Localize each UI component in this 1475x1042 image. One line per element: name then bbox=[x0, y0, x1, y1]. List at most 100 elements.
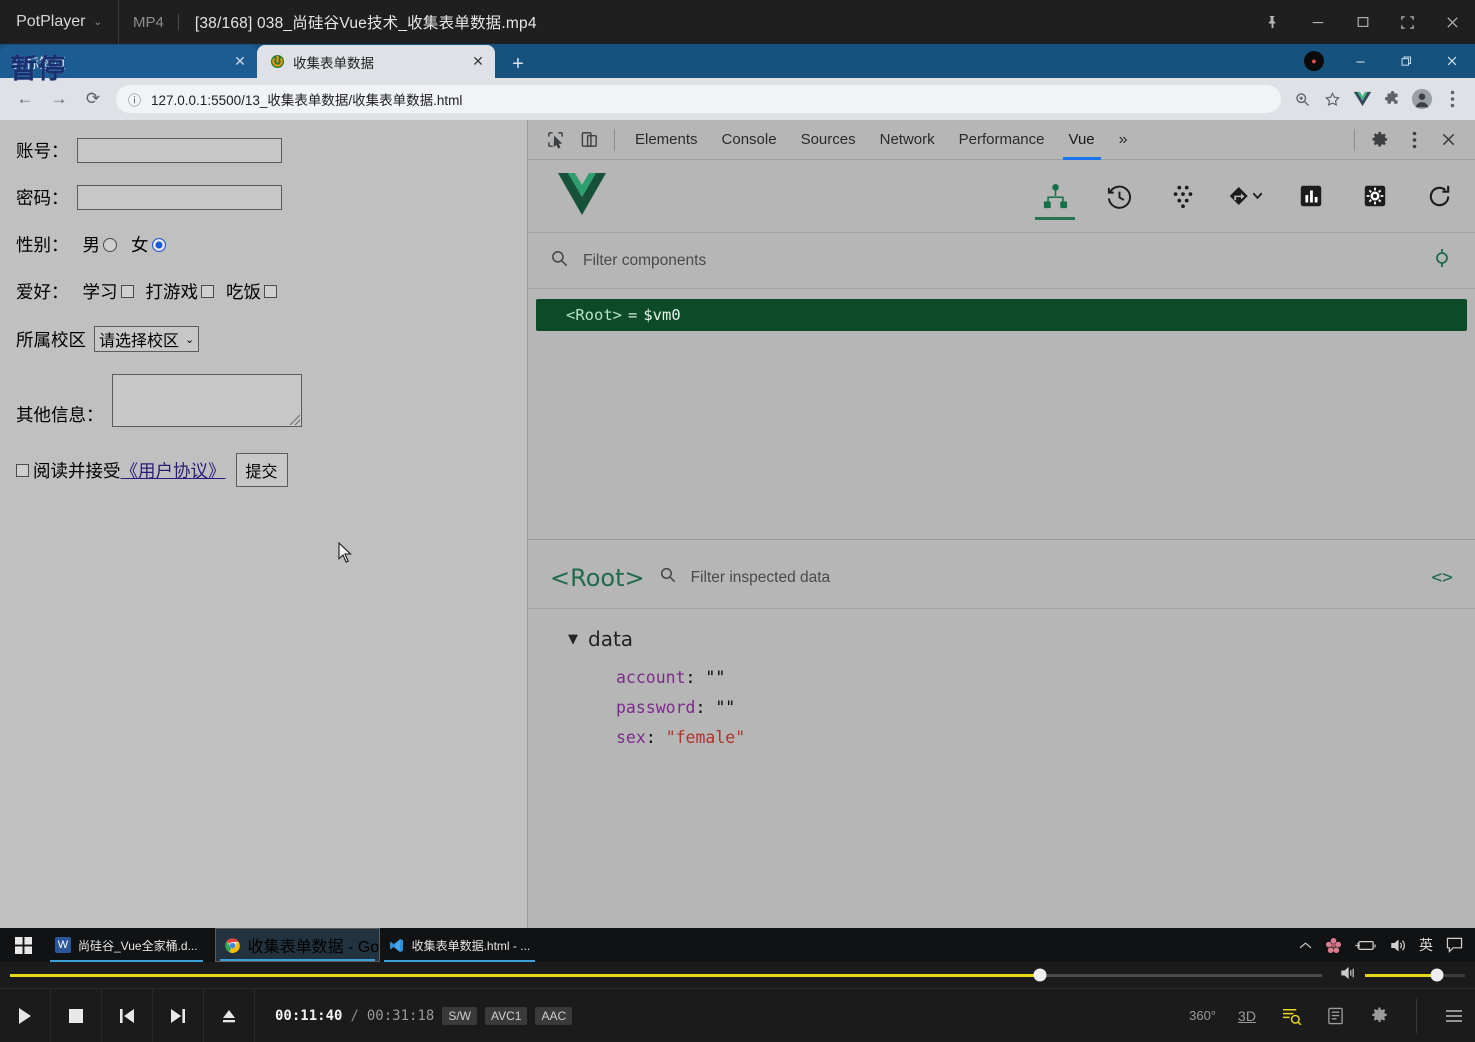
password-input[interactable] bbox=[76, 185, 282, 210]
volume-slider[interactable] bbox=[1365, 968, 1465, 982]
more-options-icon[interactable] bbox=[1397, 125, 1431, 155]
potplayer-brand-menu[interactable]: PotPlayer ⌄ bbox=[0, 0, 118, 44]
hobby-checkbox-games[interactable] bbox=[201, 285, 214, 298]
windows-start-icon[interactable] bbox=[0, 928, 46, 962]
taskbar-item-vscode[interactable]: 收集表单数据.html - ... bbox=[380, 928, 540, 962]
resize-grip-icon[interactable] bbox=[289, 415, 300, 425]
pin-icon[interactable] bbox=[1250, 0, 1295, 44]
tab-label: 收集表单数据 bbox=[293, 55, 374, 71]
eject-icon[interactable] bbox=[204, 989, 255, 1042]
filter-components-input[interactable]: Filter components bbox=[583, 252, 706, 270]
device-toolbar-icon[interactable] bbox=[572, 125, 606, 155]
taskbar-item-chrome[interactable]: 收集表单数据 - Goo... bbox=[214, 928, 380, 962]
settings-gear-icon[interactable] bbox=[1363, 125, 1397, 155]
browser-tab-1[interactable]: 新标签页 ✕ bbox=[0, 45, 257, 78]
close-icon[interactable] bbox=[1430, 0, 1475, 44]
account-input[interactable] bbox=[76, 138, 282, 163]
filter-inspected-data-input[interactable]: Filter inspected data bbox=[691, 569, 831, 587]
address-bar[interactable]: ⓘ 127.0.0.1:5500/13_收集表单数据/收集表单数据.html bbox=[116, 85, 1281, 113]
vue-devtools-icon[interactable] bbox=[1347, 84, 1377, 114]
stop-icon[interactable] bbox=[51, 989, 102, 1042]
campus-select[interactable]: 请选择校区 ⌄ bbox=[94, 326, 200, 352]
triangle-down-icon[interactable]: ▼ bbox=[568, 632, 578, 647]
refresh-icon[interactable] bbox=[1421, 170, 1457, 222]
timeline-history-icon[interactable] bbox=[1101, 170, 1137, 222]
chrome-window: 新标签页 ✕ 收集表单数据 ✕ + ● 暂停 ← → ⟳ ⓘ 127.0.0.1… bbox=[0, 44, 1475, 928]
action-center-icon[interactable] bbox=[1446, 937, 1463, 953]
components-tree-icon[interactable] bbox=[1035, 170, 1075, 222]
three-d-button[interactable]: 3D bbox=[1234, 1008, 1260, 1024]
reload-button[interactable]: ⟳ bbox=[76, 82, 110, 116]
profile-badge-icon[interactable]: ● bbox=[1291, 44, 1337, 78]
submit-button[interactable]: 提交 bbox=[235, 453, 288, 487]
playlist-search-icon[interactable] bbox=[1278, 1006, 1304, 1025]
tab-performance[interactable]: Performance bbox=[947, 120, 1057, 160]
inspect-element-icon[interactable] bbox=[538, 125, 572, 155]
time-display: 00:11:40 / 00:31:18 S/W AVC1 AAC bbox=[255, 989, 573, 1042]
next-icon[interactable] bbox=[153, 989, 204, 1042]
volume-handle[interactable] bbox=[1430, 968, 1444, 982]
other-info-textarea[interactable] bbox=[111, 374, 302, 427]
hobby-checkbox-study[interactable] bbox=[120, 285, 134, 298]
form-row-gender: 性别： 男 女 bbox=[16, 232, 527, 257]
minimize-icon[interactable] bbox=[1337, 44, 1383, 78]
tab-vue[interactable]: Vue bbox=[1057, 120, 1107, 160]
extensions-icon[interactable] bbox=[1377, 84, 1407, 114]
bookmark-star-icon[interactable] bbox=[1317, 84, 1347, 114]
previous-icon[interactable] bbox=[102, 989, 153, 1042]
site-info-icon[interactable]: ⓘ bbox=[128, 90, 141, 109]
forward-button[interactable]: → bbox=[42, 82, 76, 116]
data-entry-password[interactable]: password: "" bbox=[568, 693, 1475, 723]
vuex-icon[interactable] bbox=[1165, 170, 1201, 222]
maximize-icon[interactable] bbox=[1340, 0, 1385, 44]
close-icon[interactable] bbox=[1431, 125, 1465, 155]
flower-icon[interactable] bbox=[1325, 937, 1342, 954]
new-tab-button[interactable]: + bbox=[501, 50, 535, 78]
seek-handle[interactable] bbox=[1033, 968, 1047, 982]
tab-network[interactable]: Network bbox=[868, 120, 947, 160]
playlist-icon[interactable] bbox=[1322, 1007, 1348, 1025]
target-select-icon[interactable] bbox=[1431, 246, 1453, 275]
volume-icon[interactable] bbox=[1389, 938, 1406, 953]
close-icon[interactable] bbox=[1429, 44, 1475, 78]
tab-elements[interactable]: Elements bbox=[623, 120, 710, 160]
fullscreen-icon[interactable] bbox=[1385, 0, 1430, 44]
hobby-checkbox-eat[interactable] bbox=[264, 285, 277, 298]
more-tabs-icon[interactable]: » bbox=[1107, 120, 1140, 160]
tree-node-root[interactable]: <Root> = $vm0 bbox=[536, 299, 1467, 331]
show-hidden-icons-chevron[interactable] bbox=[1299, 941, 1312, 950]
profile-icon[interactable] bbox=[1407, 84, 1437, 114]
menu-lines-icon[interactable] bbox=[1441, 1008, 1467, 1024]
browser-tab-2[interactable]: 收集表单数据 ✕ bbox=[257, 45, 495, 78]
ime-chinese-icon[interactable]: 英 bbox=[1419, 935, 1433, 955]
taskbar-item-word[interactable]: W 尚硅谷_Vue全家桶.d... bbox=[46, 928, 207, 962]
seek-slider[interactable] bbox=[10, 968, 1322, 982]
restore-icon[interactable] bbox=[1383, 44, 1429, 78]
tab-console[interactable]: Console bbox=[710, 120, 789, 160]
data-entry-sex[interactable]: sex: "female" bbox=[568, 723, 1475, 753]
data-group-header[interactable]: ▼ data bbox=[568, 627, 1475, 651]
user-agreement-link[interactable]: 《用户协议》 bbox=[121, 458, 226, 483]
gender-radio-female[interactable] bbox=[151, 237, 166, 252]
minimize-icon[interactable] bbox=[1295, 0, 1340, 44]
close-icon[interactable]: ✕ bbox=[467, 51, 489, 73]
zoom-icon[interactable] bbox=[1287, 84, 1317, 114]
code-brackets-icon[interactable]: <> bbox=[1431, 567, 1453, 588]
seekbar-row bbox=[0, 962, 1475, 988]
devtools-split-handle[interactable] bbox=[528, 539, 1475, 547]
data-entry-account[interactable]: account: "" bbox=[568, 663, 1475, 693]
gender-radio-male[interactable] bbox=[103, 237, 117, 252]
volume-icon[interactable] bbox=[1340, 966, 1357, 985]
agreement-checkbox[interactable] bbox=[16, 463, 29, 477]
performance-bar-icon[interactable] bbox=[1293, 170, 1329, 222]
battery-icon[interactable] bbox=[1355, 939, 1376, 952]
preferences-gear-icon[interactable] bbox=[1366, 1006, 1392, 1025]
settings-icon[interactable] bbox=[1357, 170, 1393, 222]
routing-icon[interactable] bbox=[1229, 170, 1265, 222]
tab-sources[interactable]: Sources bbox=[789, 120, 868, 160]
play-icon[interactable] bbox=[0, 989, 51, 1042]
chrome-menu-icon[interactable] bbox=[1437, 84, 1467, 114]
back-button[interactable]: ← bbox=[8, 82, 42, 116]
vr-360-button[interactable]: 360° bbox=[1189, 1008, 1216, 1023]
close-icon[interactable]: ✕ bbox=[229, 51, 251, 73]
